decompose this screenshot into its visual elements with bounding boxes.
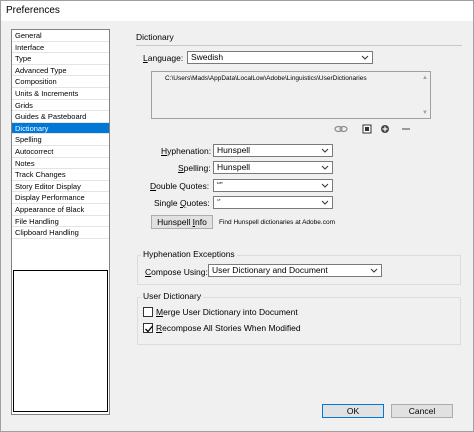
hyphenation-exceptions-title: Hyphenation Exceptions: [141, 249, 237, 259]
sidebar-item-composition[interactable]: Composition: [12, 76, 109, 88]
hunspell-note: Find Hunspell dictionaries at Adobe.com: [219, 219, 335, 226]
sidebar-item-type[interactable]: Type: [12, 53, 109, 65]
chevron-down-icon: [321, 200, 329, 205]
link-dictionary-icon[interactable]: [334, 124, 348, 134]
preferences-window: Preferences General Interface Type Advanced…: [0, 0, 474, 432]
sidebar-item-advanced-type[interactable]: Advanced Type: [12, 65, 109, 77]
hyphenation-value: Hunspell: [217, 145, 251, 155]
recompose-stories-label[interactable]: Recompose All Stories When Modified: [156, 323, 301, 333]
window-title: Preferences: [6, 5, 60, 16]
sidebar-item-notes[interactable]: Notes: [12, 158, 109, 170]
new-dictionary-icon[interactable]: [360, 124, 374, 134]
spelling-label: Spelling:: [178, 163, 211, 173]
cancel-button[interactable]: Cancel: [391, 404, 453, 418]
double-quotes-value: “”: [217, 180, 223, 190]
add-dictionary-icon[interactable]: [378, 124, 392, 134]
ok-button[interactable]: OK: [322, 404, 384, 418]
hyphenation-label: Hyphenation:: [161, 146, 212, 156]
sidebar-item-dictionary[interactable]: Dictionary: [12, 122, 109, 135]
category-list-empty-area: [13, 270, 108, 412]
user-dictionary-title: User Dictionary: [141, 291, 204, 301]
spelling-select[interactable]: Hunspell: [213, 161, 333, 174]
dictionary-section-title: Dictionary: [136, 32, 174, 42]
chevron-down-icon: [321, 148, 329, 153]
sidebar-item-grids[interactable]: Grids: [12, 100, 109, 112]
compose-using-value: User Dictionary and Document: [212, 265, 328, 275]
sidebar-item-file-handling[interactable]: File Handling: [12, 216, 109, 228]
title-bar: Preferences: [1, 1, 473, 21]
single-quotes-select[interactable]: ‘’: [213, 196, 333, 209]
merge-dictionary-checkbox[interactable]: [143, 307, 153, 317]
double-quotes-label: Double Quotes:: [150, 181, 210, 191]
recompose-stories-checkbox[interactable]: [143, 323, 154, 333]
sidebar-item-clipboard-handling[interactable]: Clipboard Handling: [12, 227, 109, 239]
single-quotes-label: Single Quotes:: [154, 198, 210, 208]
merge-dictionary-label[interactable]: Merge User Dictionary into Document: [156, 307, 298, 317]
checkmark-icon: [145, 325, 154, 333]
sidebar-item-display-performance[interactable]: Display Performance: [12, 192, 109, 204]
dictionary-path[interactable]: C:\Users\Mads\AppData\LocalLow\Adobe\Lin…: [165, 75, 367, 82]
chevron-down-icon: [321, 165, 329, 170]
sidebar-item-general[interactable]: General: [12, 30, 109, 42]
remove-dictionary-icon[interactable]: [399, 124, 413, 134]
sidebar-item-track-changes[interactable]: Track Changes: [12, 169, 109, 181]
compose-using-label: Compose Using:: [145, 267, 208, 277]
language-label: Language:: [143, 53, 184, 63]
sidebar-item-units-increments[interactable]: Units & Increments: [12, 88, 109, 100]
language-select[interactable]: Swedish: [187, 51, 373, 64]
chevron-down-icon: [321, 183, 329, 188]
scroll-down-arrow-icon[interactable]: ▼: [422, 110, 428, 116]
double-quotes-select[interactable]: “”: [213, 179, 333, 192]
sidebar-item-guides-pasteboard[interactable]: Guides & Pasteboard: [12, 111, 109, 123]
spelling-value: Hunspell: [217, 162, 251, 172]
category-items: General Interface Type Advanced Type Composi…: [12, 30, 109, 239]
single-quotes-value: ‘’: [217, 197, 221, 207]
dictionary-divider: [136, 45, 462, 46]
user-dictionary-group: [137, 297, 461, 345]
compose-using-select[interactable]: User Dictionary and Document: [208, 264, 382, 277]
hunspell-info-button[interactable]: Hunspell Info: [151, 215, 213, 229]
sidebar-item-interface[interactable]: Interface: [12, 42, 109, 54]
scroll-up-arrow-icon[interactable]: ▲: [422, 75, 428, 81]
language-value: Swedish: [191, 52, 224, 62]
hyphenation-select[interactable]: Hunspell: [213, 144, 333, 157]
user-dictionary-path-list[interactable]: C:\Users\Mads\AppData\LocalLow\Adobe\Lin…: [151, 71, 431, 119]
sidebar-item-story-editor-display[interactable]: Story Editor Display: [12, 181, 109, 193]
sidebar-item-autocorrect[interactable]: Autocorrect: [12, 146, 109, 158]
chevron-down-icon: [370, 268, 378, 273]
category-list[interactable]: General Interface Type Advanced Type Composi…: [11, 29, 110, 415]
sidebar-item-spelling[interactable]: Spelling: [12, 134, 109, 146]
chevron-down-icon: [361, 55, 369, 60]
sidebar-item-appearance-of-black[interactable]: Appearance of Black: [12, 204, 109, 216]
